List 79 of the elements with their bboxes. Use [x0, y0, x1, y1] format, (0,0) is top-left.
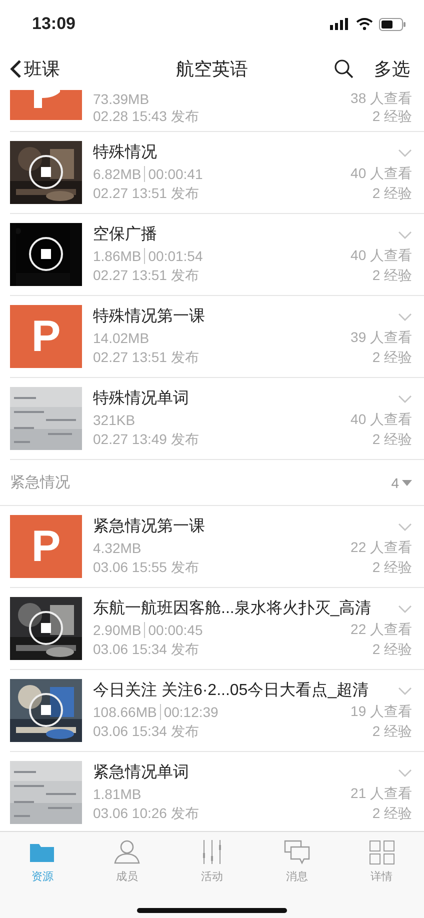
stop-icon[interactable] — [28, 692, 64, 728]
publish-date: 03.06 15:34 发布 — [93, 723, 199, 741]
stop-icon[interactable] — [28, 610, 64, 646]
experience-points: 2 经验 — [372, 431, 412, 449]
grid-icon — [366, 838, 397, 866]
file-size: 321KB — [93, 412, 136, 428]
view-count: 40 人查看 — [350, 247, 412, 265]
view-count: 21 人查看 — [350, 785, 412, 803]
experience-points: 2 经验 — [372, 805, 412, 823]
chevron-down-icon[interactable] — [398, 604, 412, 612]
video-duration: 00:00:45 — [144, 622, 203, 638]
view-count: 40 人查看 — [350, 165, 412, 183]
back-button[interactable]: 班课 — [10, 57, 60, 81]
chevron-down-icon[interactable] — [398, 148, 412, 156]
view-count: 40 人查看 — [350, 411, 412, 429]
view-count: 22 人查看 — [350, 539, 412, 557]
experience-points: 2 经验 — [372, 559, 412, 577]
publish-date: 03.06 15:55 发布 — [93, 559, 199, 577]
stop-icon[interactable] — [28, 236, 64, 272]
back-icon — [10, 59, 22, 79]
video-duration: 00:01:54 — [144, 248, 203, 264]
slides-icon: P — [10, 305, 82, 368]
video-duration: 00:00:41 — [144, 166, 203, 182]
slides-icon: P — [10, 515, 82, 578]
chevron-down-icon[interactable] — [398, 686, 412, 694]
file-title[interactable]: 今日关注 关注6·2...05今日大看点_超清 — [93, 680, 369, 701]
publish-date: 02.27 13:51 发布 — [93, 185, 199, 203]
chevron-down-icon[interactable] — [398, 312, 412, 320]
publish-date: 02.28 15:43 发布 — [93, 108, 199, 126]
view-count: 19 人查看 — [350, 703, 412, 721]
chevron-down-icon[interactable] — [398, 768, 412, 776]
search-icon[interactable] — [334, 59, 354, 79]
file-size: 108.66MB — [93, 704, 157, 720]
file-size: 1.81MB — [93, 786, 142, 802]
experience-points: 2 经验 — [372, 349, 412, 367]
wifi-icon — [356, 18, 373, 30]
chat-icon — [282, 838, 312, 866]
status-time: 13:09 — [32, 14, 76, 34]
publish-date: 02.27 13:51 发布 — [93, 267, 199, 285]
publish-date: 03.06 15:34 发布 — [93, 641, 199, 659]
slides-icon — [10, 90, 82, 120]
file-size: 4.32MB — [93, 540, 142, 556]
file-title[interactable]: 特殊情况单词 — [93, 388, 189, 409]
publish-date: 02.27 13:51 发布 — [93, 349, 199, 367]
caret-down-icon — [402, 480, 412, 486]
signal-icon — [330, 18, 350, 30]
page-title: 航空英语 — [176, 59, 248, 79]
publish-date: 03.06 10:26 发布 — [93, 805, 199, 823]
file-size: 2.90MB — [93, 622, 142, 638]
experience-points: 2 经验 — [372, 641, 412, 659]
file-size: 1.86MB — [93, 248, 142, 264]
experience-points: 2 经验 — [372, 185, 412, 203]
file-title[interactable]: 东航一航班因客舱...泉水将火扑灭_高清 — [93, 598, 372, 619]
person-icon — [112, 838, 142, 866]
battery-icon — [379, 18, 406, 30]
video-duration: 00:12:39 — [160, 704, 218, 720]
publish-date: 02.27 13:49 发布 — [93, 431, 199, 449]
file-size: 6.82MB — [93, 166, 142, 182]
experience-points: 2 经验 — [372, 108, 412, 126]
file-title[interactable]: 特殊情况 — [93, 142, 157, 163]
multi-select-button[interactable]: 多选 — [374, 57, 410, 81]
view-count: 39 人查看 — [350, 329, 412, 347]
stop-icon[interactable] — [28, 154, 64, 190]
file-size: 14.02MB — [93, 330, 150, 346]
view-count: 22 人查看 — [350, 621, 412, 639]
item-count: 4 — [391, 474, 399, 490]
file-size: 73.39MB — [93, 91, 150, 107]
view-count: 38 人查看 — [350, 90, 412, 108]
file-title[interactable]: 空保广播 — [93, 224, 157, 245]
chevron-down-icon[interactable] — [398, 394, 412, 402]
experience-points: 2 经验 — [372, 267, 412, 285]
chevron-down-icon[interactable] — [398, 522, 412, 530]
file-title[interactable]: 紧急情况单词 — [93, 762, 189, 783]
home-indicator[interactable] — [137, 908, 287, 913]
section-title: 紧急情况 — [10, 473, 70, 492]
file-title[interactable]: 特殊情况第一课 — [93, 306, 205, 327]
file-title[interactable]: 紧急情况第一课 — [93, 516, 205, 537]
chevron-down-icon[interactable] — [398, 230, 412, 238]
experience-points: 2 经验 — [372, 723, 412, 741]
